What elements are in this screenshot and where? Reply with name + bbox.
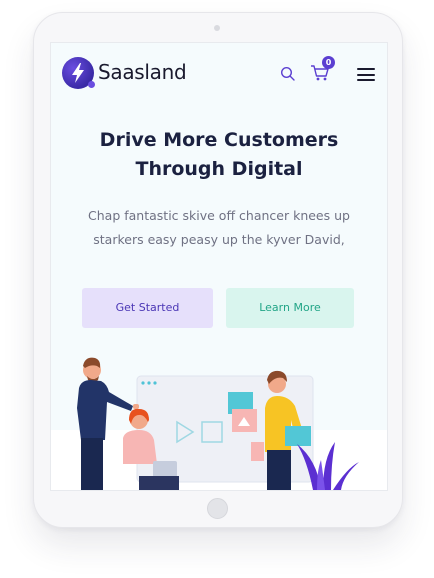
navbar: Saasland 0 — [51, 43, 387, 103]
hero-subtitle-line-1: Chap fantastic skive off chancer knees u… — [88, 208, 350, 223]
learn-more-button[interactable]: Learn More — [226, 288, 354, 328]
hero-illustration — [51, 348, 387, 490]
hero-subtitle: Chap fantastic skive off chancer knees u… — [59, 204, 379, 252]
hero-subtitle-line-2: starkers easy peasy up the kyver David, — [93, 232, 345, 247]
brand-name[interactable]: Saasland — [98, 60, 187, 84]
tablet-home-button — [207, 498, 228, 519]
tablet-camera — [214, 25, 220, 31]
hero-title-line-2: Through Digital — [135, 158, 303, 180]
search-icon[interactable] — [280, 66, 296, 82]
tablet-screen: Saasland 0 Drive More Customers Through … — [50, 42, 388, 491]
hamburger-menu-icon[interactable] — [357, 68, 375, 81]
get-started-button[interactable]: Get Started — [82, 288, 213, 328]
cart-count-badge: 0 — [322, 56, 335, 69]
device-mockup: Saasland 0 Drive More Customers Through … — [0, 0, 434, 578]
hero-title-line-1: Drive More Customers — [99, 129, 339, 151]
logo-dot — [88, 81, 95, 88]
hero-title: Drive More Customers Through Digital — [51, 126, 387, 184]
